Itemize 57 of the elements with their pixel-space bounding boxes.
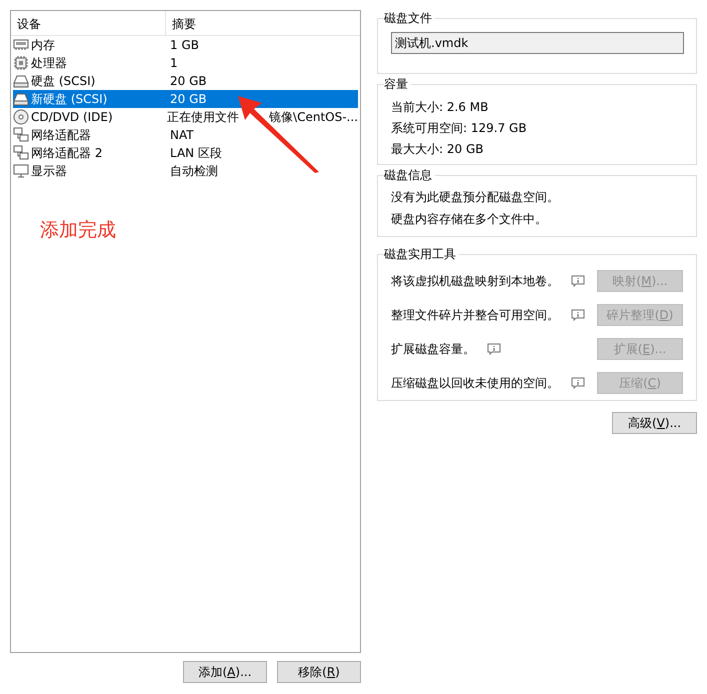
device-summary: 20 GB bbox=[170, 91, 207, 108]
device-summary: NAT bbox=[170, 127, 194, 144]
device-name: 硬盘 (SCSI) bbox=[31, 73, 96, 90]
device-summary: 正在使用文件 bbox=[167, 109, 240, 126]
annotation-text: 添加完成 bbox=[40, 218, 116, 243]
device-summary: 20 GB bbox=[170, 73, 207, 90]
device-name: 显示器 bbox=[31, 163, 68, 180]
device-row[interactable]: 显示器 自动检测 bbox=[13, 162, 358, 180]
capacity-text: 最大大小: 20 GB bbox=[391, 141, 484, 158]
capacity-text: 系统可用空间: 129.7 GB bbox=[391, 120, 528, 137]
utility-text: 扩展磁盘容量。 bbox=[391, 341, 475, 358]
drive-icon bbox=[13, 91, 29, 107]
device-summary: 1 GB bbox=[170, 37, 199, 54]
info-text: 没有为此硬盘预分配磁盘空间。 bbox=[391, 189, 560, 206]
device-button[interactable]: 添加(A)... bbox=[183, 661, 267, 683]
utility-text: 压缩磁盘以回收未使用的空间。 bbox=[391, 375, 559, 392]
device-name: 网络适配器 bbox=[31, 127, 92, 144]
file-field[interactable]: 测试机.vmdk bbox=[391, 32, 684, 54]
device-summary: 镜像\CentOS-... bbox=[269, 109, 358, 126]
info-icon[interactable] bbox=[571, 309, 585, 321]
device-name: CD/DVD (IDE) bbox=[31, 109, 114, 126]
monitor-icon bbox=[13, 163, 29, 179]
group-title: 容量 bbox=[384, 76, 411, 92]
group-title: 磁盘信息 bbox=[384, 167, 435, 183]
network-icon bbox=[13, 127, 29, 143]
info-icon[interactable] bbox=[487, 343, 501, 355]
device-name: 网络适配器 2 bbox=[31, 145, 104, 162]
device-row[interactable]: 网络适配器 2 LAN 区段 bbox=[13, 144, 358, 162]
memory-icon bbox=[13, 37, 29, 53]
advanced-button[interactable]: 高级(V)... bbox=[612, 412, 697, 434]
device-summary: 1 bbox=[170, 55, 178, 72]
device-row[interactable]: 处理器 1 bbox=[13, 54, 358, 72]
info-text: 硬盘内容存储在多个文件中。 bbox=[391, 211, 548, 228]
device-summary: 自动检测 bbox=[170, 163, 218, 180]
group-title: 磁盘实用工具 bbox=[384, 246, 459, 262]
device-name: 新硬盘 (SCSI) bbox=[31, 91, 108, 108]
drive-icon bbox=[13, 73, 29, 89]
column-header[interactable]: 设备 bbox=[11, 11, 166, 35]
device-button[interactable]: 移除(R) bbox=[277, 661, 361, 683]
device-name: 内存 bbox=[31, 37, 56, 54]
device-row[interactable]: 硬盘 (SCSI) 20 GB bbox=[13, 72, 358, 90]
device-row[interactable]: CD/DVD (IDE) 正在使用文件 镜像\CentOS-... bbox=[13, 108, 358, 126]
network-icon bbox=[13, 145, 29, 161]
disc-icon bbox=[13, 109, 29, 125]
device-summary: LAN 区段 bbox=[170, 145, 222, 162]
chip-icon bbox=[13, 55, 29, 71]
info-icon[interactable] bbox=[571, 377, 585, 389]
device-name: 处理器 bbox=[31, 55, 68, 72]
capacity-text: 当前大小: 2.6 MB bbox=[391, 99, 490, 116]
device-row[interactable]: 内存 1 GB bbox=[13, 36, 358, 54]
group-title: 磁盘文件 bbox=[384, 10, 435, 26]
utility-text: 将该虚拟机磁盘映射到本地卷。 bbox=[391, 273, 559, 290]
column-header[interactable]: 摘要 bbox=[166, 11, 360, 35]
utility-text: 整理文件碎片并整合可用空间。 bbox=[391, 307, 559, 324]
device-row[interactable]: 新硬盘 (SCSI) 20 GB bbox=[13, 90, 358, 108]
info-icon[interactable] bbox=[571, 275, 585, 287]
device-row[interactable]: 网络适配器 NAT bbox=[13, 126, 358, 144]
